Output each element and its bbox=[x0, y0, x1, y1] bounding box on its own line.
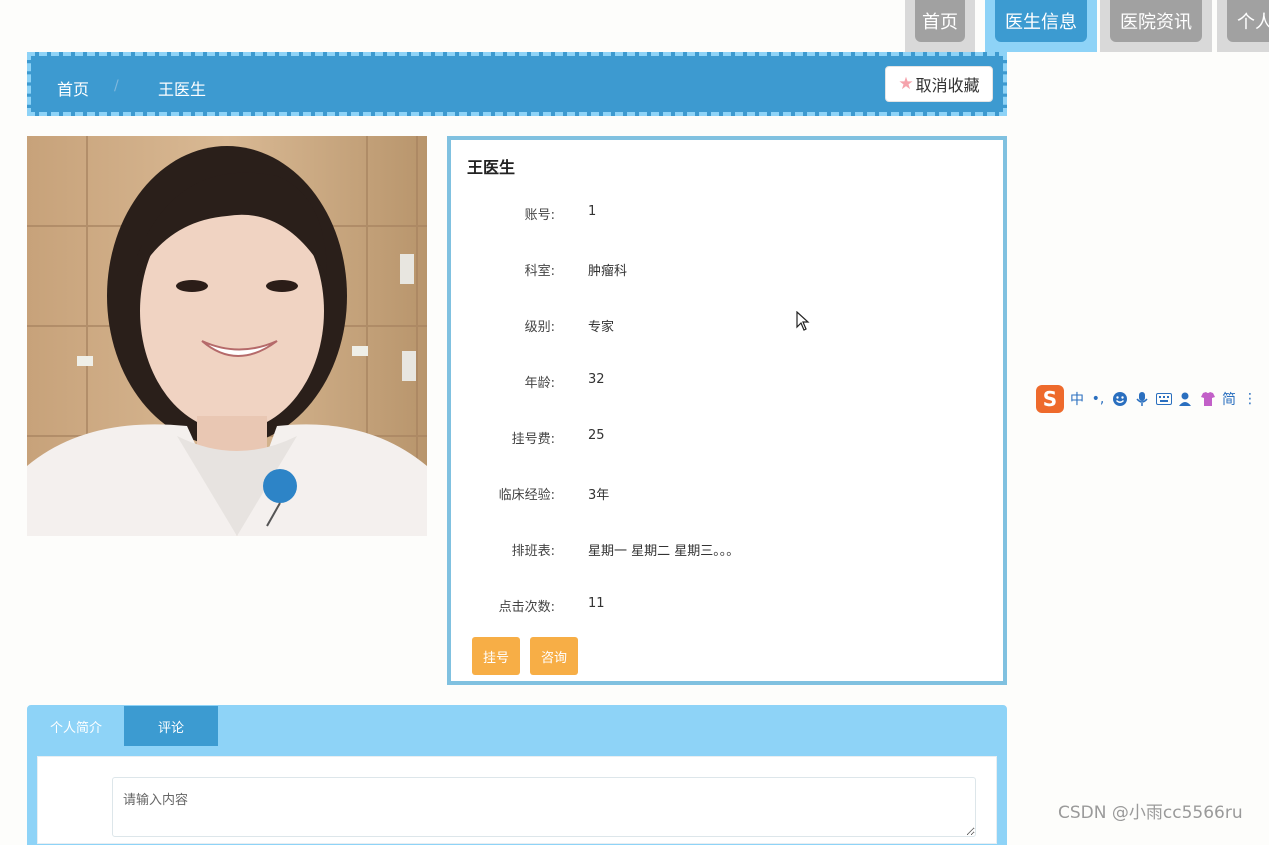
detail-tabs: 个人简介 评论 bbox=[27, 705, 1007, 845]
nav-tab-doctor-info[interactable]: 医生信息 bbox=[985, 0, 1097, 52]
tab-comments[interactable]: 评论 bbox=[124, 706, 218, 746]
info-value: 1 bbox=[588, 204, 597, 219]
info-value: 专家 bbox=[588, 320, 615, 335]
top-nav: 首页 医生信息 医院资讯 个人 bbox=[905, 0, 1269, 52]
more-icon[interactable]: ⋮ bbox=[1242, 391, 1258, 407]
user-icon[interactable] bbox=[1178, 391, 1194, 407]
info-row-age: 年龄: 32 bbox=[451, 372, 1003, 392]
ime-toolbar: S 中 •, 简 ⋮ bbox=[1036, 384, 1269, 414]
info-value: 11 bbox=[588, 596, 605, 611]
sogou-logo-icon[interactable]: S bbox=[1036, 385, 1064, 413]
nav-tab-home-label: 首页 bbox=[915, 0, 965, 42]
info-value: 星期一 星期二 星期三。。。 bbox=[588, 544, 740, 559]
action-buttons: 挂号 咨询 bbox=[472, 637, 578, 675]
mouse-cursor-icon bbox=[796, 311, 810, 331]
nav-tab-personal-label: 个人 bbox=[1227, 0, 1269, 42]
info-label: 级别: bbox=[524, 320, 555, 335]
ime-mode-toggle[interactable]: 中 bbox=[1070, 389, 1084, 409]
nav-tab-hospital-news-label: 医院资讯 bbox=[1110, 0, 1202, 42]
info-value: 25 bbox=[588, 428, 605, 443]
info-label: 临床经验: bbox=[498, 488, 555, 503]
comment-input[interactable] bbox=[112, 777, 976, 837]
info-label: 科室: bbox=[524, 264, 555, 279]
doctor-name: 王医生 bbox=[467, 158, 516, 177]
skin-icon[interactable] bbox=[1200, 391, 1216, 407]
info-row-clicks: 点击次数: 11 bbox=[451, 596, 1003, 616]
info-row-account: 账号: 1 bbox=[451, 204, 1003, 224]
doctor-photo bbox=[27, 136, 427, 536]
star-icon: ★ bbox=[898, 74, 914, 94]
simplified-toggle[interactable]: 简 bbox=[1222, 389, 1236, 409]
breadcrumb: 首页 / 王医生 ★ 取消收藏 bbox=[27, 52, 1007, 116]
keyboard-icon[interactable] bbox=[1156, 391, 1172, 407]
watermark: CSDN @小雨cc5566ru bbox=[1058, 803, 1243, 823]
nav-tab-personal[interactable]: 个人 bbox=[1217, 0, 1269, 52]
info-label: 年龄: bbox=[524, 376, 555, 391]
breadcrumb-separator: / bbox=[114, 78, 119, 94]
register-button[interactable]: 挂号 bbox=[472, 637, 520, 675]
info-value: 32 bbox=[588, 372, 605, 387]
info-label: 账号: bbox=[524, 208, 555, 223]
breadcrumb-current: 王医生 bbox=[158, 80, 207, 99]
nav-tab-hospital-news[interactable]: 医院资讯 bbox=[1100, 0, 1212, 52]
doctor-info-card: 王医生 账号: 1 科室: 肿瘤科 级别: 专家 年龄: 32 挂号费: 25 … bbox=[447, 136, 1007, 685]
info-label: 排班表: bbox=[511, 544, 555, 559]
info-row-fee: 挂号费: 25 bbox=[451, 428, 1003, 448]
breadcrumb-home-link[interactable]: 首页 bbox=[57, 76, 89, 100]
info-value: 3年 bbox=[588, 488, 610, 503]
emoji-icon[interactable] bbox=[1112, 391, 1128, 407]
nav-tab-doctor-info-label: 医生信息 bbox=[995, 0, 1087, 42]
info-label: 点击次数: bbox=[498, 600, 555, 615]
info-label: 挂号费: bbox=[511, 432, 555, 447]
tab-profile[interactable]: 个人简介 bbox=[28, 706, 124, 746]
unfavorite-button[interactable]: ★ 取消收藏 bbox=[885, 66, 993, 102]
info-value: 肿瘤科 bbox=[588, 264, 628, 279]
tab-header: 个人简介 评论 bbox=[28, 706, 218, 746]
info-row-department: 科室: 肿瘤科 bbox=[451, 260, 1003, 280]
info-row-schedule: 排班表: 星期一 星期二 星期三。。。 bbox=[451, 540, 1003, 560]
info-row-experience: 临床经验: 3年 bbox=[451, 484, 1003, 504]
consult-button[interactable]: 咨询 bbox=[530, 637, 578, 675]
punctuation-icon[interactable]: •, bbox=[1090, 391, 1106, 407]
unfavorite-button-label: 取消收藏 bbox=[915, 76, 980, 95]
tab-content bbox=[37, 756, 997, 844]
info-row-level: 级别: 专家 bbox=[451, 316, 1003, 336]
microphone-icon[interactable] bbox=[1134, 391, 1150, 407]
nav-tab-home[interactable]: 首页 bbox=[905, 0, 975, 52]
